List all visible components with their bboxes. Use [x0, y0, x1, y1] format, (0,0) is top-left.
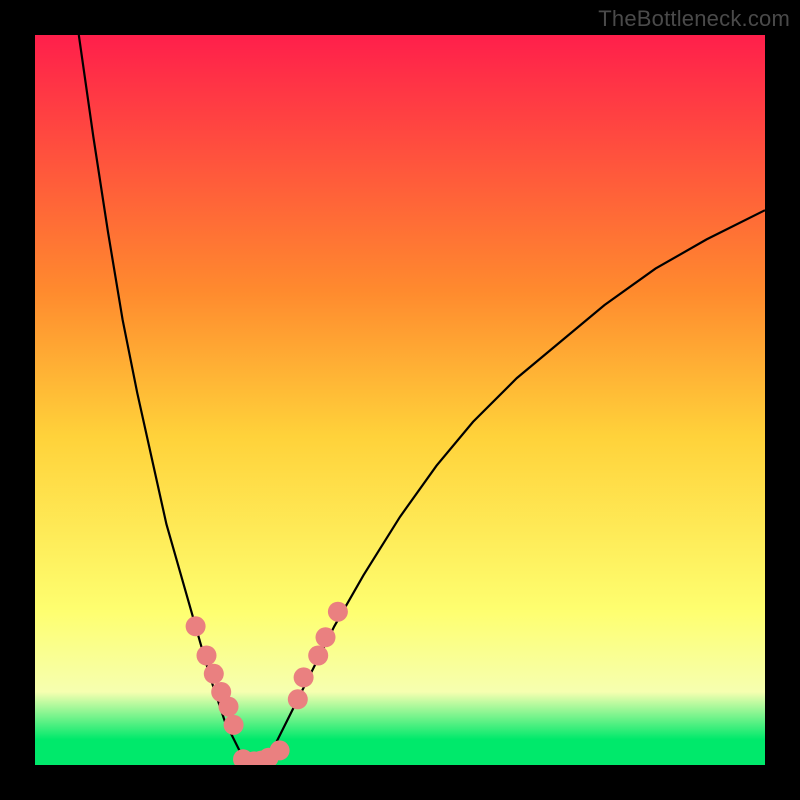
data-point-marker	[224, 715, 244, 735]
data-point-marker	[270, 740, 290, 760]
data-point-marker	[197, 646, 217, 666]
data-point-marker	[308, 646, 328, 666]
bottleneck-curve-chart	[35, 35, 765, 765]
data-point-marker	[294, 667, 314, 687]
data-point-marker	[186, 616, 206, 636]
data-point-marker	[204, 664, 224, 684]
data-point-marker	[288, 689, 308, 709]
chart-frame: TheBottleneck.com	[0, 0, 800, 800]
data-point-marker	[316, 627, 336, 647]
data-point-marker	[219, 697, 239, 717]
gradient-background	[35, 35, 765, 765]
data-point-marker	[328, 602, 348, 622]
watermark-text: TheBottleneck.com	[598, 6, 790, 32]
plot-area	[35, 35, 765, 765]
